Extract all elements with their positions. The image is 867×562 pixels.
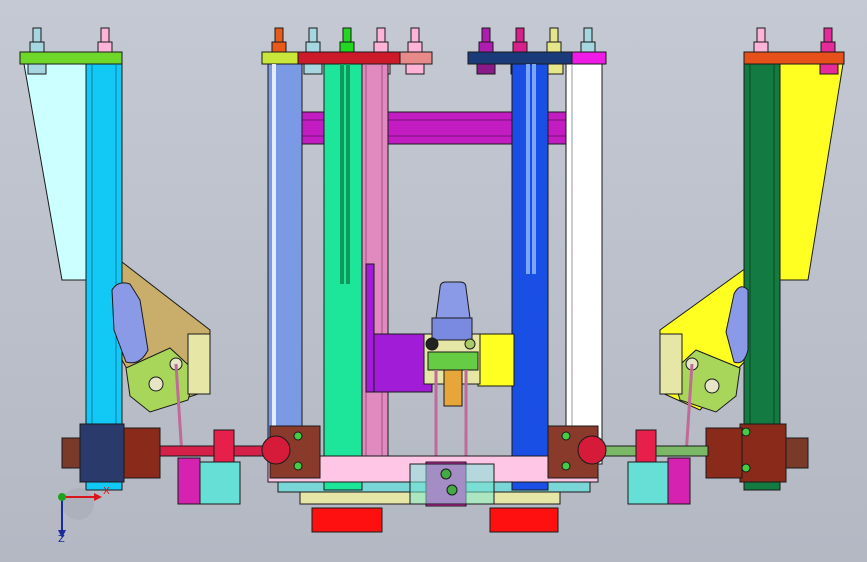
bolt [512, 27, 528, 53]
bolt [820, 27, 836, 53]
left-clamp-base [187, 333, 211, 395]
column-slot [526, 64, 530, 274]
column-foot [323, 481, 363, 491]
center-base-saddle [409, 463, 495, 505]
top-cap-a [261, 51, 299, 65]
bolt [305, 27, 321, 53]
right-rod-collar [635, 429, 657, 467]
left-red-block [311, 507, 383, 533]
center-link-arm [443, 369, 463, 407]
left-cylinder-body [79, 423, 125, 483]
fixture-assembly-drawing: X Z [19, 27, 845, 545]
column-slot [532, 64, 536, 274]
bolt [373, 27, 389, 53]
pivot-pin [741, 463, 751, 473]
right-guide-stop [667, 457, 691, 505]
pivot-pin [704, 378, 720, 394]
left-cylinder-end [123, 427, 161, 479]
right-clamp-base [659, 333, 683, 395]
pivot-pin [440, 468, 452, 480]
pivot-pin [293, 431, 303, 441]
pivot-pin [148, 376, 164, 392]
cap-nuts [27, 63, 839, 75]
bolt [478, 27, 494, 53]
bolt [546, 27, 562, 53]
right-clevis-boss [577, 435, 607, 465]
pivot-pin [293, 461, 303, 471]
pivot-pin [741, 427, 751, 437]
center-link-plate [427, 351, 479, 371]
bolt [339, 27, 355, 53]
right-red-block [489, 507, 559, 533]
y-axis-dot [58, 493, 66, 501]
center-yellow-block [477, 333, 515, 387]
column-slot [340, 64, 344, 284]
center-clamp-neck [431, 317, 473, 341]
top-cap-red [297, 51, 401, 65]
pivot-pin [446, 484, 458, 496]
top-cap-magenta [571, 51, 607, 65]
x-axis-arrowhead [94, 493, 102, 501]
right-cylinder-cap [783, 437, 809, 469]
z-axis-label: Z [58, 534, 65, 545]
bolt [407, 27, 423, 53]
left-top-cap [19, 51, 123, 65]
triad-shadow [62, 488, 94, 520]
bolt [271, 27, 287, 53]
left-rod-collar [213, 429, 235, 467]
pivot-pin [561, 431, 571, 441]
cad-viewport[interactable]: X Z [0, 0, 867, 562]
left-guide-stop [177, 457, 201, 505]
column-highlight [272, 64, 276, 464]
column-slot [346, 64, 350, 284]
top-bolts [29, 27, 836, 53]
center-purple-rail [365, 263, 375, 393]
bolt [580, 27, 596, 53]
top-cap-navy [467, 51, 573, 65]
right-top-cap [743, 51, 845, 65]
bolt [753, 27, 769, 53]
right-yellow-gusset [777, 63, 844, 281]
pink-frame-column [359, 63, 389, 461]
pivot-pin [425, 337, 439, 351]
x-axis-label: X [103, 486, 110, 497]
center-purple-block [371, 333, 433, 393]
column-foot [743, 481, 781, 491]
pivot-pin [561, 461, 571, 471]
column-foot [511, 481, 549, 491]
bolt [97, 27, 113, 53]
pivot-pin [464, 338, 476, 350]
coordinate-triad: X Z [58, 486, 110, 545]
left-cylinder-cap [61, 437, 83, 469]
right-cylinder-end [705, 427, 743, 479]
left-clevis-boss [261, 435, 291, 465]
white-column [565, 63, 603, 465]
bolt [29, 27, 45, 53]
center-clamp-handle[interactable] [435, 281, 471, 319]
top-cap-salmon [399, 51, 433, 65]
